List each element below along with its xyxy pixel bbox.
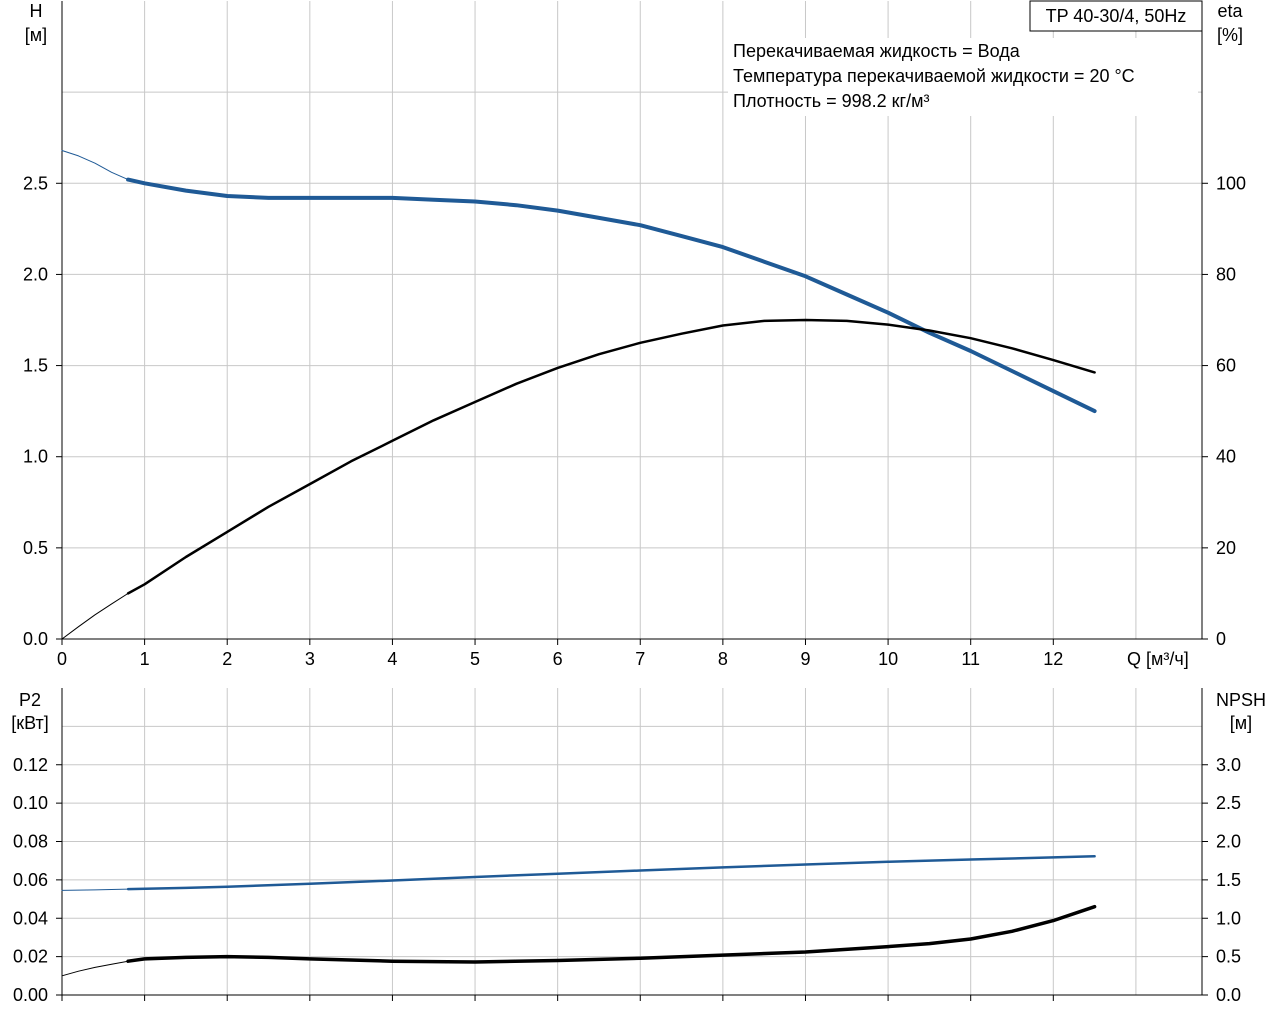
x-axis-label: Q [м³/ч]: [1127, 649, 1189, 669]
note-liquid: Перекачиваемая жидкость = Вода: [733, 41, 1021, 61]
power-npsh-panel: 0.00 0.02 0.04 0.06 0.08 0.10 0.12 0.0 0.5 1.0 1.5…: [13, 688, 1241, 1005]
title-box-text: TP 40-30/4, 50Hz: [1046, 6, 1187, 26]
top-left-tick-label: 1.5: [23, 356, 48, 376]
top-right-tick-label: 100: [1216, 173, 1246, 193]
bottom-left-tick-label: 0.08: [13, 832, 48, 852]
bottom-series-line-1: [61, 888, 129, 891]
bottom-right-axis-unit: [м]: [1230, 713, 1252, 733]
top-left-tick-label: 2.5: [23, 173, 48, 193]
top-right-tick-label: 40: [1216, 447, 1236, 467]
top-x-tick-label: 11: [961, 649, 980, 669]
top-series-line-3: [61, 592, 129, 640]
bottom-right-tick-label: 2.5: [1216, 793, 1241, 813]
bottom-series-line-3: [61, 960, 129, 977]
top-x-tick-label: 7: [635, 649, 645, 669]
top-series-line-1: [61, 150, 129, 181]
bottom-left-tick-label: 0.00: [13, 985, 48, 1005]
top-left-axis-unit: [м]: [25, 25, 47, 45]
bottom-right-tick-label: 0.5: [1216, 947, 1241, 967]
top-x-tick-label: 0: [57, 649, 67, 669]
top-right-axis-label: eta: [1217, 1, 1243, 21]
pump-performance-chart: 0.00.51.01.52.02.50204060801000 1 2 3 4 5 6 7 8 9…: [11, 0, 1266, 1005]
bottom-left-tick-label: 0.12: [13, 755, 48, 775]
top-left-axis-label: H: [30, 1, 43, 21]
top-x-tick-label: 8: [718, 649, 728, 669]
bottom-left-tick-label: 0.10: [13, 793, 48, 813]
top-right-tick-label: 0: [1216, 629, 1226, 649]
top-x-tick-label: 1: [140, 649, 150, 669]
top-right-tick-label: 60: [1216, 356, 1236, 376]
top-x-tick-label: 2: [222, 649, 232, 669]
bottom-right-tick-label: 1.5: [1216, 870, 1241, 890]
top-right-tick-label: 20: [1216, 538, 1236, 558]
top-series-line-0: [126, 177, 1097, 414]
top-x-tick-label: 6: [553, 649, 563, 669]
bottom-series-line-2: [126, 904, 1097, 964]
top-right-axis-unit: [%]: [1217, 25, 1243, 45]
note-temperature: Температура перекачиваемой жидкости = 20…: [733, 66, 1135, 86]
note-density: Плотность = 998.2 кг/м³: [733, 91, 929, 111]
bottom-right-tick-label: 3.0: [1216, 755, 1241, 775]
top-x-tick-label: 5: [470, 649, 480, 669]
bottom-right-tick-label: 2.0: [1216, 832, 1241, 852]
top-x-tick-label: 12: [1043, 649, 1063, 669]
bottom-right-tick-label: 0.0: [1216, 985, 1241, 1005]
bottom-right-axis-label: NPSH: [1216, 690, 1266, 710]
bottom-left-tick-label: 0.02: [13, 947, 48, 967]
top-x-tick-label: 4: [387, 649, 397, 669]
bottom-left-axis-unit: [кВт]: [11, 713, 49, 733]
top-right-tick-label: 80: [1216, 264, 1236, 284]
bottom-left-axis-label: P2: [19, 690, 41, 710]
bottom-series-line-0: [126, 855, 1096, 891]
top-left-tick-label: 1.0: [23, 447, 48, 467]
top-left-tick-label: 0.0: [23, 629, 48, 649]
bottom-right-tick-label: 1.0: [1216, 908, 1241, 928]
top-x-tick-label: 10: [878, 649, 898, 669]
bottom-left-tick-label: 0.04: [13, 908, 48, 928]
top-x-tick-label: 9: [800, 649, 810, 669]
top-left-tick-label: 2.0: [23, 264, 48, 284]
top-x-tick-label: 3: [305, 649, 315, 669]
top-left-tick-label: 0.5: [23, 538, 48, 558]
bottom-left-tick-label: 0.06: [13, 870, 48, 890]
